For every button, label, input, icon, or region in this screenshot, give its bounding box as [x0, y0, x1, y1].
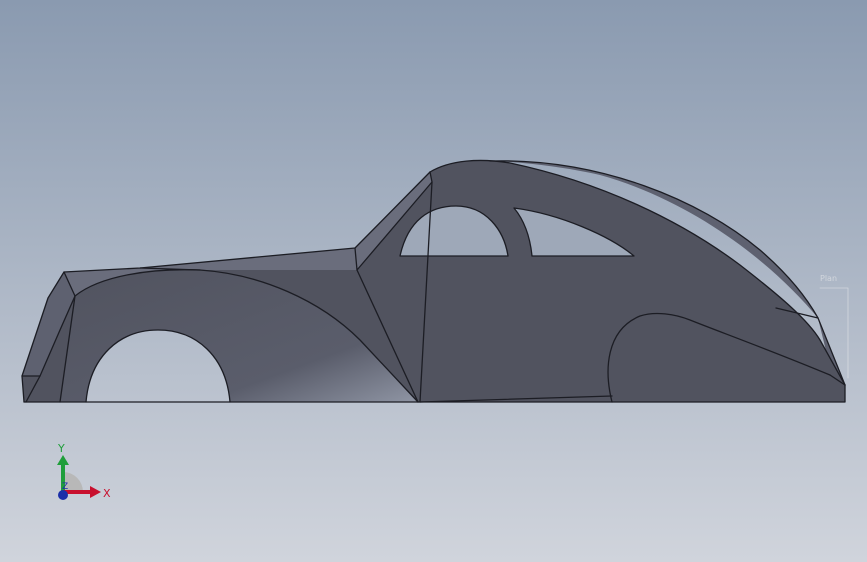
z-axis-label: Z [62, 482, 69, 492]
sketch-note-label: Plan [820, 274, 838, 283]
model-scene[interactable] [0, 0, 867, 562]
graphics-viewport[interactable]: Plan Y X Z [0, 0, 867, 562]
y-axis-arrowhead [57, 455, 69, 465]
y-axis-label: Y [58, 442, 65, 455]
reference-triad-icon: Y X Z [48, 440, 118, 510]
x-axis-label: X [103, 487, 111, 500]
x-axis-arrowhead [90, 486, 101, 498]
